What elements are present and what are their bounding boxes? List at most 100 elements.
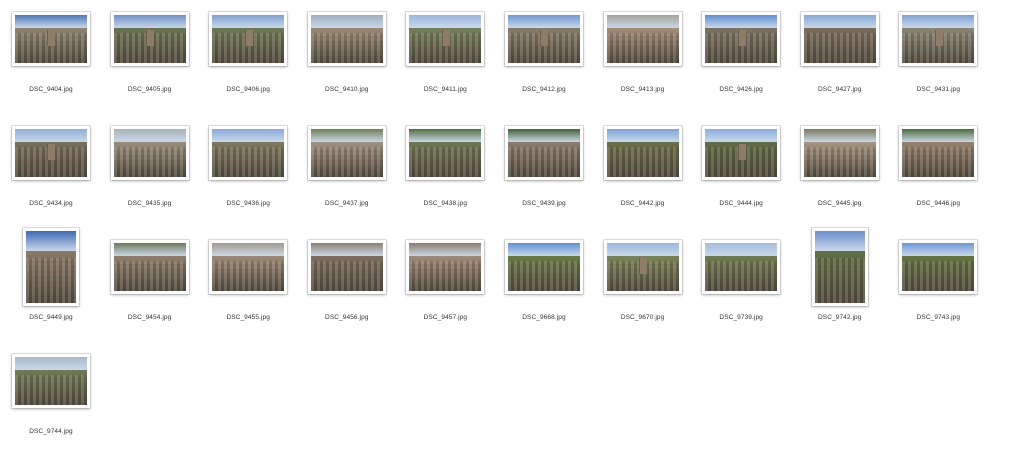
image-thumbnail[interactable] (209, 12, 288, 66)
thumbnail-container[interactable] (2, 352, 100, 410)
file-name-label[interactable]: DSC_9410.jpg (298, 85, 396, 95)
image-thumbnail[interactable] (899, 126, 978, 180)
thumbnail-container[interactable] (889, 124, 987, 182)
thumbnail-container[interactable] (791, 228, 889, 306)
thumbnail-container[interactable] (101, 10, 199, 68)
file-name-label[interactable]: DSC_9445.jpg (791, 199, 889, 209)
file-name-label[interactable]: DSC_9406.jpg (199, 85, 297, 95)
file-item[interactable]: DSC_9412.jpg (495, 10, 594, 124)
file-item[interactable]: DSC_9426.jpg (692, 10, 791, 124)
file-name-label[interactable]: DSC_9437.jpg (298, 199, 396, 209)
image-thumbnail[interactable] (800, 12, 879, 66)
image-thumbnail[interactable] (800, 126, 879, 180)
thumbnail-container[interactable] (889, 238, 987, 296)
file-name-label[interactable]: DSC_9744.jpg (2, 427, 100, 437)
image-thumbnail[interactable] (12, 354, 90, 408)
thumbnail-container[interactable] (396, 238, 494, 296)
thumbnail-container[interactable] (298, 124, 396, 182)
thumbnail-container[interactable] (495, 238, 593, 296)
thumbnail-container[interactable] (791, 124, 889, 182)
thumbnail-container[interactable] (199, 10, 297, 68)
file-name-label[interactable]: DSC_9446.jpg (889, 199, 987, 209)
file-name-label[interactable]: DSC_9455.jpg (199, 313, 297, 323)
image-thumbnail[interactable] (406, 240, 485, 294)
file-item[interactable]: DSC_9436.jpg (199, 124, 298, 238)
file-item[interactable]: DSC_9444.jpg (692, 124, 791, 238)
file-name-label[interactable]: DSC_9668.jpg (495, 313, 593, 323)
file-item[interactable]: DSC_9454.jpg (101, 238, 200, 352)
image-thumbnail[interactable] (504, 126, 583, 180)
file-item[interactable]: DSC_9442.jpg (594, 124, 693, 238)
thumbnail-container[interactable] (692, 124, 790, 182)
file-name-label[interactable]: DSC_9434.jpg (2, 199, 100, 209)
thumbnail-container[interactable] (101, 238, 199, 296)
file-item[interactable]: DSC_9431.jpg (889, 10, 988, 124)
file-name-label[interactable]: DSC_9436.jpg (199, 199, 297, 209)
image-thumbnail[interactable] (110, 240, 189, 294)
thumbnail-container[interactable] (2, 124, 100, 182)
file-name-label[interactable]: DSC_9457.jpg (396, 313, 494, 323)
thumbnail-container[interactable] (692, 238, 790, 296)
file-name-label[interactable]: DSC_9412.jpg (495, 85, 593, 95)
image-thumbnail[interactable] (110, 126, 189, 180)
file-item[interactable]: DSC_9435.jpg (101, 124, 200, 238)
thumbnail-container[interactable] (101, 124, 199, 182)
file-item[interactable]: DSC_9457.jpg (396, 238, 495, 352)
file-name-label[interactable]: DSC_9670.jpg (594, 313, 692, 323)
file-item[interactable]: DSC_9405.jpg (101, 10, 200, 124)
image-thumbnail[interactable] (23, 228, 79, 306)
file-item[interactable]: DSC_9439.jpg (495, 124, 594, 238)
thumbnail-container[interactable] (594, 10, 692, 68)
file-item[interactable]: DSC_9437.jpg (298, 124, 397, 238)
file-item[interactable]: DSC_9670.jpg (594, 238, 693, 352)
file-item[interactable]: DSC_9411.jpg (396, 10, 495, 124)
file-name-label[interactable]: DSC_9743.jpg (889, 313, 987, 323)
file-name-label[interactable]: DSC_9454.jpg (101, 313, 199, 323)
file-name-label[interactable]: DSC_9444.jpg (692, 199, 790, 209)
file-item[interactable]: DSC_9668.jpg (495, 238, 594, 352)
file-item[interactable]: DSC_9742.jpg (791, 228, 890, 352)
file-name-label[interactable]: DSC_9438.jpg (396, 199, 494, 209)
thumbnail-container[interactable] (396, 10, 494, 68)
image-thumbnail[interactable] (811, 228, 868, 306)
image-thumbnail[interactable] (12, 126, 90, 180)
file-item[interactable]: DSC_9427.jpg (791, 10, 890, 124)
thumbnail-container[interactable] (2, 10, 100, 68)
file-item[interactable]: DSC_9744.jpg (2, 352, 101, 466)
file-item[interactable]: DSC_9404.jpg (2, 10, 101, 124)
thumbnail-container[interactable] (692, 10, 790, 68)
image-thumbnail[interactable] (12, 12, 90, 66)
file-item[interactable]: DSC_9446.jpg (889, 124, 988, 238)
thumbnail-container[interactable] (396, 124, 494, 182)
image-thumbnail[interactable] (406, 126, 485, 180)
file-item[interactable]: DSC_9455.jpg (199, 238, 298, 352)
file-item[interactable]: DSC_9413.jpg (594, 10, 693, 124)
image-thumbnail[interactable] (307, 12, 386, 66)
image-thumbnail[interactable] (406, 12, 485, 66)
image-thumbnail[interactable] (899, 12, 978, 66)
file-name-label[interactable]: DSC_9449.jpg (2, 313, 100, 323)
thumbnail-container[interactable] (889, 10, 987, 68)
image-thumbnail[interactable] (899, 240, 978, 294)
file-name-label[interactable]: DSC_9435.jpg (101, 199, 199, 209)
file-name-label[interactable]: DSC_9413.jpg (594, 85, 692, 95)
thumbnail-container[interactable] (594, 238, 692, 296)
file-item[interactable]: DSC_9438.jpg (396, 124, 495, 238)
image-thumbnail[interactable] (307, 240, 386, 294)
image-thumbnail[interactable] (209, 240, 288, 294)
file-item[interactable]: DSC_9410.jpg (298, 10, 397, 124)
file-item[interactable]: DSC_9434.jpg (2, 124, 101, 238)
file-item[interactable]: DSC_9456.jpg (298, 238, 397, 352)
image-thumbnail[interactable] (504, 240, 583, 294)
file-name-label[interactable]: DSC_9456.jpg (298, 313, 396, 323)
thumbnail-container[interactable] (199, 124, 297, 182)
thumbnail-container[interactable] (298, 238, 396, 296)
thumbnail-container[interactable] (298, 10, 396, 68)
thumbnail-container[interactable] (2, 228, 100, 306)
image-thumbnail[interactable] (603, 126, 682, 180)
thumbnail-container[interactable] (594, 124, 692, 182)
file-name-label[interactable]: DSC_9739.jpg (692, 313, 790, 323)
thumbnail-container[interactable] (495, 10, 593, 68)
image-thumbnail[interactable] (209, 126, 288, 180)
file-item[interactable]: DSC_9406.jpg (199, 10, 298, 124)
